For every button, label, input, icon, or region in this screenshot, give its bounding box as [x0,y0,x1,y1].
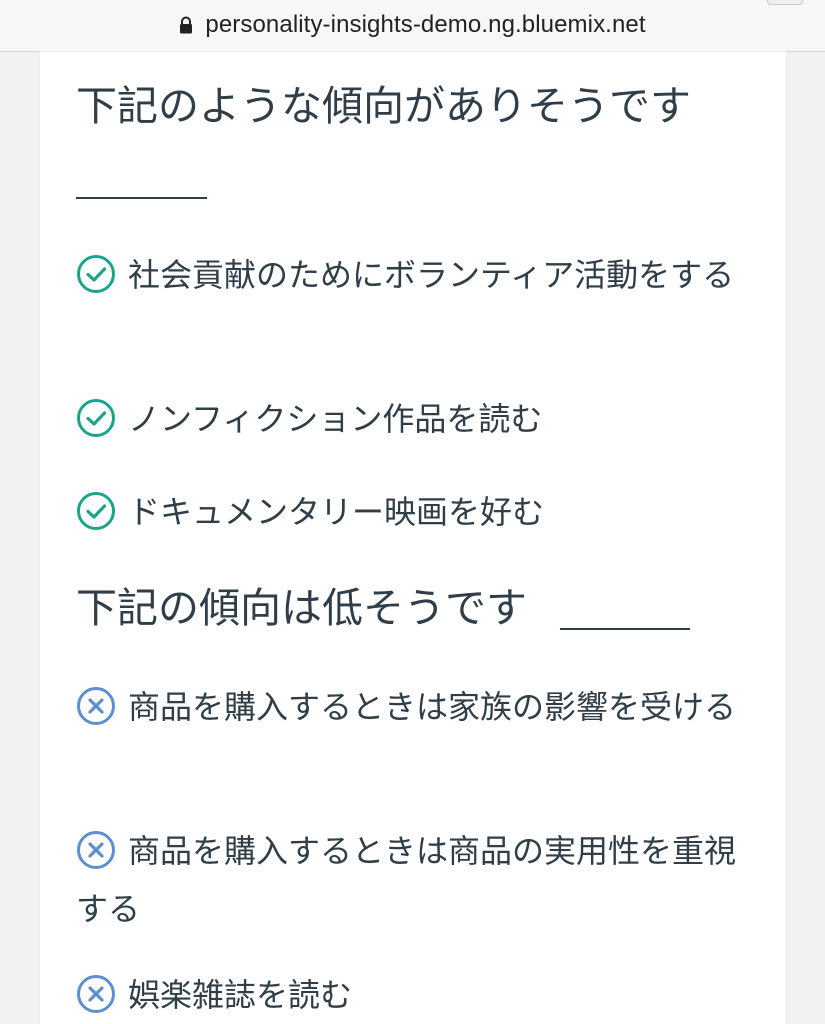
results-card: 下記のような傾向がありそうです 社会貢献のためにボランティア活動をする ノンフィ… [40,52,786,1024]
likely-heading: 下記のような傾向がありそうです [76,82,691,130]
check-circle-icon [76,254,116,294]
likely-item-label: 社会貢献のためにボランティア活動をする [128,256,735,294]
likely-item-label: ドキュメンタリー映画を好む [128,493,545,531]
unlikely-item-label: 娯楽雑誌を読む [128,976,353,1014]
x-circle-icon [76,974,116,1014]
likely-item-label: ノンフィクション作品を読む [128,400,543,438]
unlikely-item-label: 商品を購入するときは商品の実用性を重視する [76,832,737,928]
unlikely-item: 商品を購入するときは家族の影響を受ける [76,678,736,736]
likely-item: ノンフィクション作品を読む [76,390,736,448]
x-circle-icon [76,686,116,726]
url-text: personality-insights-demo.ng.bluemix.net [205,11,646,38]
tab-indicator [767,0,803,5]
unlikely-item-label: 商品を購入するときは家族の影響を受ける [128,688,737,726]
likely-heading-underline [76,197,207,199]
browser-url-bar[interactable]: personality-insights-demo.ng.bluemix.net [0,0,825,52]
unlikely-heading-underline [560,628,690,630]
unlikely-heading: 下記の傾向は低そうです [76,584,527,632]
likely-item: ドキュメンタリー映画を好む [76,483,736,541]
unlikely-item: 娯楽雑誌を読む [76,966,736,1024]
x-circle-icon [76,830,116,870]
unlikely-item: 商品を購入するときは商品の実用性を重視する [76,822,736,938]
likely-item: 社会貢献のためにボランティア活動をする [76,246,736,304]
check-circle-icon [76,398,116,438]
lock-icon [179,16,193,34]
address-field[interactable]: personality-insights-demo.ng.bluemix.net [0,10,825,40]
check-circle-icon [76,491,116,531]
